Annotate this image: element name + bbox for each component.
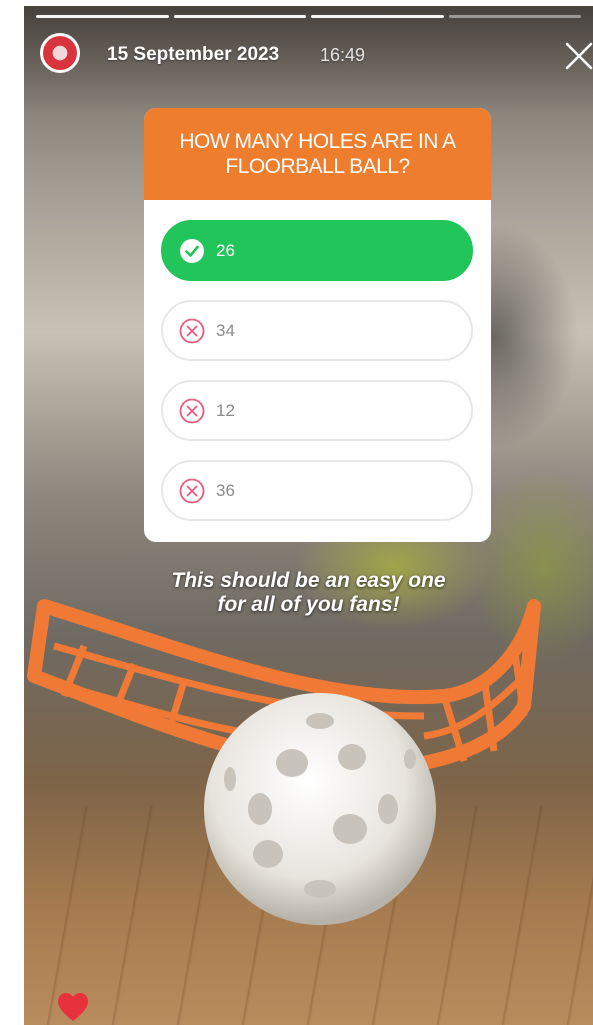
quiz-option-26[interactable]: 26 (161, 220, 473, 281)
story-progress (36, 15, 581, 18)
club-logo-icon (43, 36, 77, 70)
x-circle-icon (179, 478, 205, 503)
caption-line-2: for all of you fans! (217, 593, 400, 616)
quiz-option-12[interactable]: 12 (161, 380, 473, 441)
progress-segment (311, 15, 444, 18)
story-viewer[interactable]: 15 September 2023 16:49 HOW MANY HOLES A… (24, 6, 593, 1025)
profile-avatar[interactable] (40, 33, 80, 73)
quiz-option-36[interactable]: 36 (161, 460, 473, 521)
quiz-option-label: 26 (216, 240, 235, 260)
floorball-ball-image (204, 693, 436, 925)
x-circle-icon (179, 318, 205, 343)
quiz-option-label: 34 (216, 320, 235, 340)
progress-segment (36, 15, 169, 18)
quiz-options: 26 34 12 36 (161, 220, 473, 540)
x-circle-icon (179, 398, 205, 423)
caption-line-1: This should be an easy one (171, 569, 446, 592)
quiz-header: HOW MANY HOLES ARE IN A FLOORBALL BALL? (144, 108, 491, 200)
quiz-sticker: HOW MANY HOLES ARE IN A FLOORBALL BALL? … (144, 108, 491, 542)
story-time: 16:49 (320, 45, 366, 65)
quiz-option-label: 12 (216, 400, 235, 420)
heart-icon[interactable] (56, 991, 90, 1023)
close-icon[interactable] (564, 41, 593, 71)
story-date: 15 September 2023 (107, 44, 280, 65)
progress-segment (448, 15, 581, 18)
progress-segment (173, 15, 306, 18)
quiz-question: HOW MANY HOLES ARE IN A FLOORBALL BALL? (179, 130, 456, 178)
quiz-option-label: 36 (216, 480, 235, 500)
story-caption: This should be an easy one for all of yo… (24, 569, 593, 617)
check-circle-icon (180, 238, 204, 263)
quiz-option-34[interactable]: 34 (161, 300, 473, 361)
